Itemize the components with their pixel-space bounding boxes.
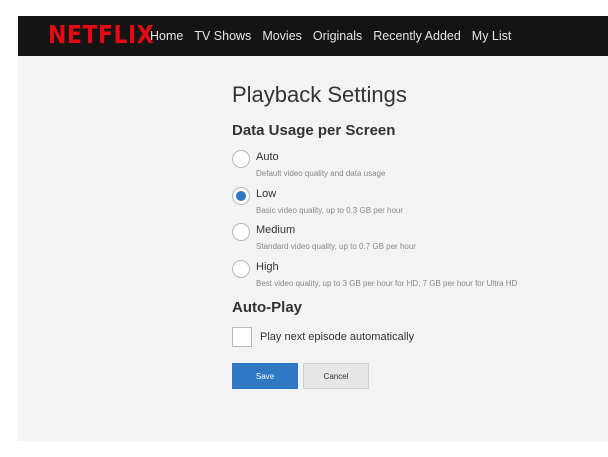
option-label[interactable]: Low: [256, 188, 276, 200]
option-label[interactable]: Auto: [256, 151, 279, 163]
option-description: Standard video quality, up to 0.7 GB per…: [256, 242, 416, 251]
option-description: Default video quality and data usage: [256, 169, 386, 178]
option-low: Low Basic video quality, up to 0.3 GB pe…: [232, 186, 602, 224]
data-usage-options: Auto Default video quality and data usag…: [232, 150, 602, 296]
form-actions: Save Cancel: [232, 363, 602, 389]
autoplay-label[interactable]: Play next episode automatically: [260, 331, 414, 343]
main-nav: Home TV Shows Movies Originals Recently …: [150, 16, 522, 56]
radio-low[interactable]: [232, 186, 250, 205]
playback-settings-panel: Playback Settings Data Usage per Screen …: [232, 80, 602, 389]
radio-medium[interactable]: [232, 223, 250, 241]
data-usage-heading: Data Usage per Screen: [232, 122, 396, 139]
cancel-button[interactable]: Cancel: [303, 363, 369, 389]
radio-high[interactable]: [232, 259, 250, 278]
autoplay-checkbox[interactable]: [232, 327, 252, 347]
option-auto: Auto Default video quality and data usag…: [232, 150, 602, 187]
nav-my-list[interactable]: My List: [472, 29, 512, 43]
top-nav-bar: NETFLIX Home TV Shows Movies Originals R…: [18, 16, 608, 56]
nav-movies[interactable]: Movies: [262, 29, 302, 43]
nav-tv-shows[interactable]: TV Shows: [194, 29, 251, 43]
radio-auto[interactable]: [232, 150, 250, 168]
netflix-logo[interactable]: NETFLIX: [48, 21, 154, 50]
option-high: High Best video quality, up to 3 GB per …: [232, 259, 602, 297]
nav-home[interactable]: Home: [150, 29, 183, 43]
option-medium: Medium Standard video quality, up to 0.7…: [232, 223, 602, 260]
autoplay-heading: Auto-Play: [232, 299, 303, 316]
page-title: Playback Settings: [232, 82, 407, 107]
option-description: Basic video quality, up to 0.3 GB per ho…: [256, 205, 404, 215]
option-description: Best video quality, up to 3 GB per hour …: [256, 278, 518, 288]
save-button[interactable]: Save: [232, 363, 298, 389]
nav-originals[interactable]: Originals: [313, 29, 362, 43]
app-window: NETFLIX Home TV Shows Movies Originals R…: [18, 16, 608, 441]
option-label[interactable]: Medium: [256, 224, 295, 236]
option-label[interactable]: High: [256, 261, 279, 273]
autoplay-row: Play next episode automatically: [232, 327, 602, 349]
nav-recently-added[interactable]: Recently Added: [373, 29, 461, 43]
